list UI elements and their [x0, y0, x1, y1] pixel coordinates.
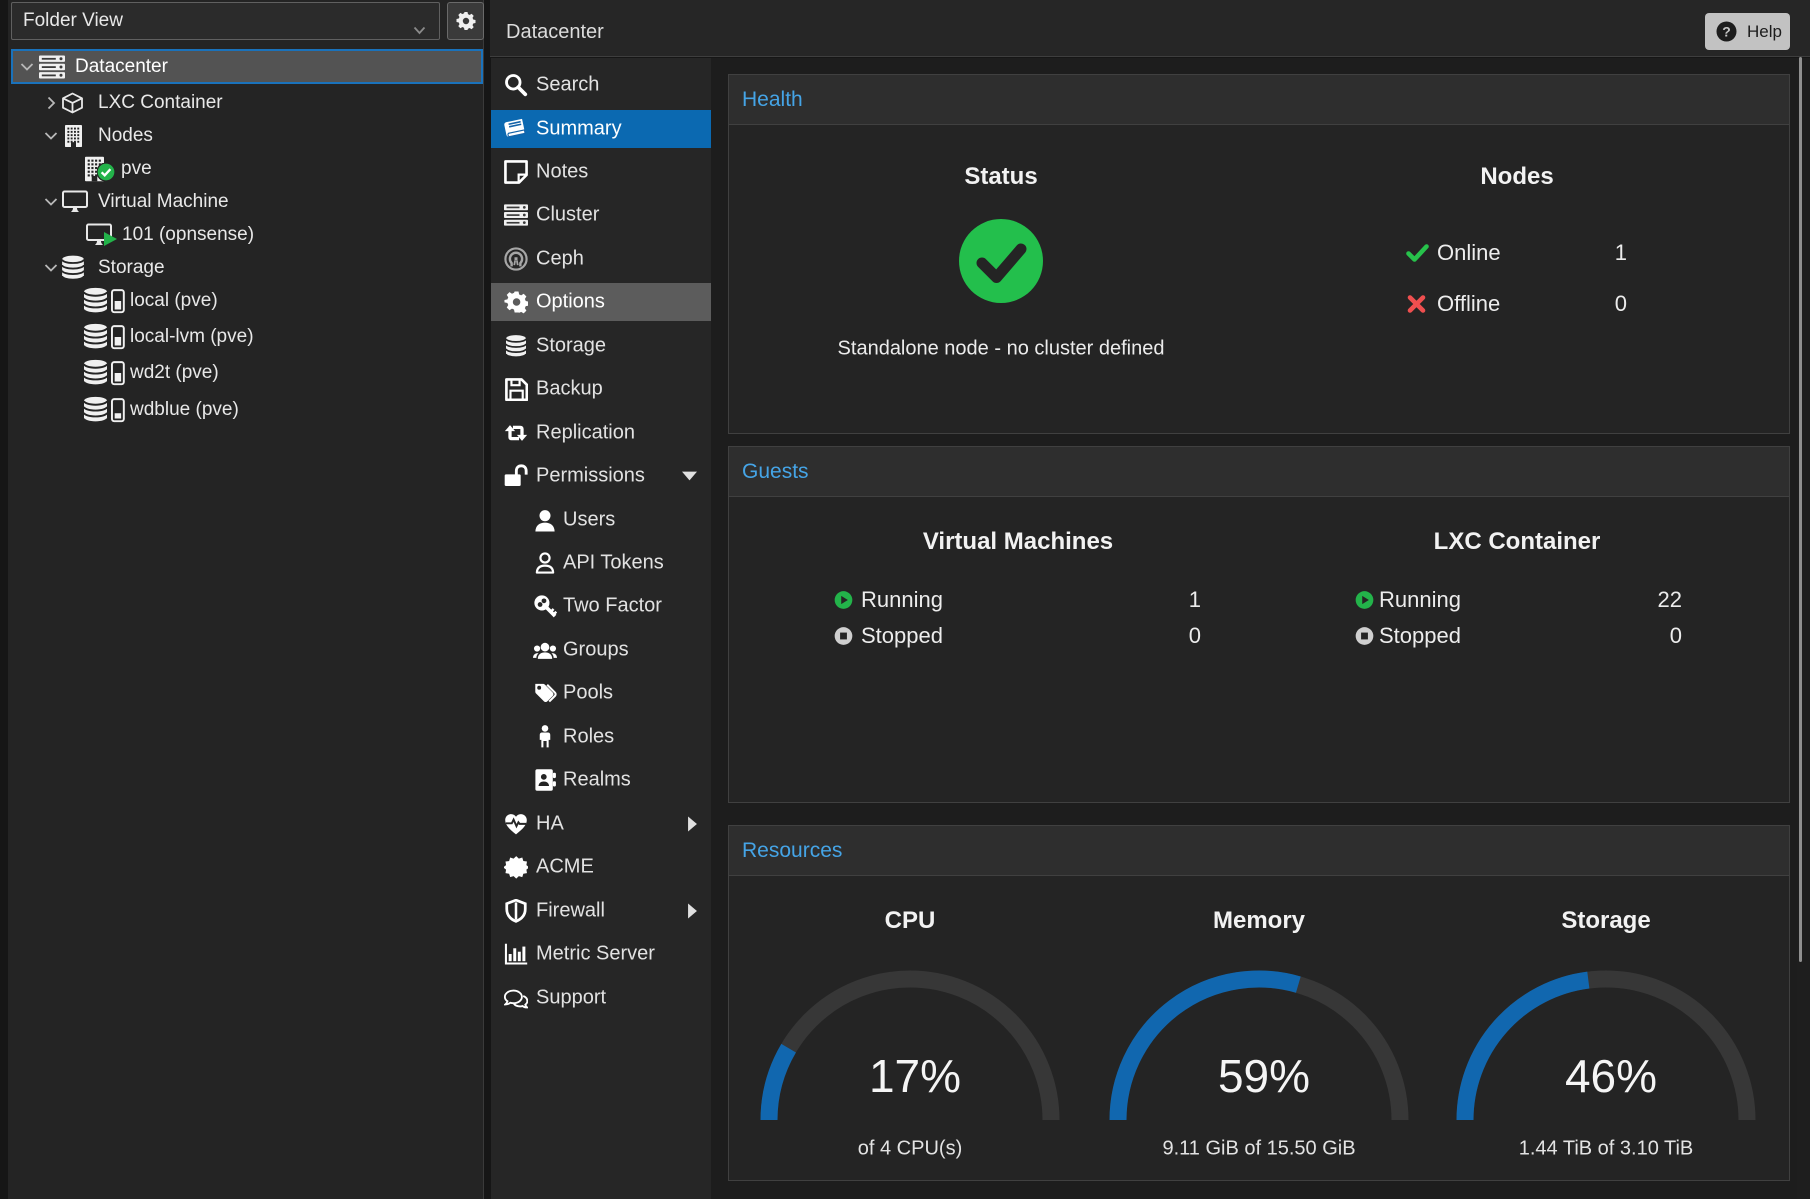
svg-text:?: ? — [1722, 23, 1731, 39]
